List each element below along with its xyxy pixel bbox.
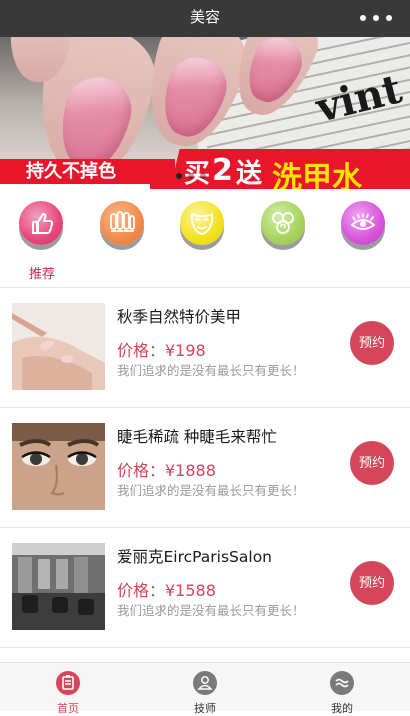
home-icon [56, 671, 80, 695]
category-eyelash[interactable] [341, 201, 387, 271]
category-row: 推荐 [0, 196, 410, 282]
more-dots-icon[interactable] [360, 15, 392, 21]
item-name: 爱丽克EircParisSalon [117, 548, 273, 566]
nail-art-icon [110, 211, 135, 232]
tab-home[interactable]: 首页 [0, 663, 136, 715]
thumbs-up-icon [32, 213, 53, 234]
item-description: 我们追求的是没有最长只有更长！ [117, 483, 305, 498]
item-price: 价格：¥198 [117, 341, 206, 360]
tab-technician[interactable]: 技师 [137, 663, 273, 715]
book-button[interactable]: 预约 [350, 321, 394, 365]
tab-profile[interactable]: 我的 [274, 663, 410, 715]
book-button[interactable]: 预约 [350, 561, 394, 605]
item-price: 价格：¥1888 [117, 461, 216, 480]
eyelash-thumbnail [12, 423, 105, 510]
salon-thumbnail [12, 543, 105, 630]
bottom-tab-bar: 首页 技师 我的 [0, 662, 410, 715]
banner-dot-active[interactable] [176, 173, 182, 179]
eyelash-icon [350, 213, 376, 230]
technician-icon [193, 671, 217, 695]
tab-label: 我的 [331, 702, 353, 715]
hair-curl-icon [272, 212, 294, 234]
item-price: 价格：¥1588 [117, 581, 216, 600]
category-recommend[interactable]: 推荐 [19, 201, 65, 282]
tab-label: 技师 [194, 702, 216, 715]
category-nail-art[interactable] [100, 201, 146, 271]
list-item[interactable]: 爱丽克EircParisSalon 价格：¥1588 我们追求的是没有最长只有更… [0, 527, 410, 647]
category-facial[interactable] [180, 201, 226, 271]
nail-thumbnail [12, 303, 105, 390]
banner-dot[interactable] [188, 173, 194, 179]
mask-icon [190, 213, 214, 235]
list-item[interactable]: 睫毛稀疏 种睫毛来帮忙 价格：¥1888 我们追求的是没有最长只有更长！ 预约 [0, 407, 410, 527]
item-name: 睫毛稀疏 种睫毛来帮忙 [117, 428, 277, 446]
category-hair[interactable] [261, 201, 307, 271]
title-bar: 美容 [0, 0, 410, 37]
category-label: 推荐 [28, 267, 55, 282]
book-button[interactable]: 预约 [350, 441, 394, 485]
item-description: 我们追求的是没有最长只有更长！ [117, 603, 305, 618]
banner-dot[interactable] [200, 173, 206, 179]
promo-banner[interactable]: vint ision o 持久不掉色 买 2 送 洗甲水 [0, 37, 410, 189]
tab-label: 首页 [57, 702, 79, 715]
item-name: 秋季自然特价美甲 [117, 308, 242, 326]
page-title: 美容 [189, 8, 220, 26]
item-description: 我们追求的是没有最长只有更长！ [117, 363, 305, 378]
banner-promo-right: 买 2 送 洗甲水 [170, 149, 410, 189]
profile-icon [330, 671, 354, 695]
list-item[interactable]: 秋季自然特价美甲 价格：¥198 我们追求的是没有最长只有更长！ 预约 [0, 287, 410, 407]
